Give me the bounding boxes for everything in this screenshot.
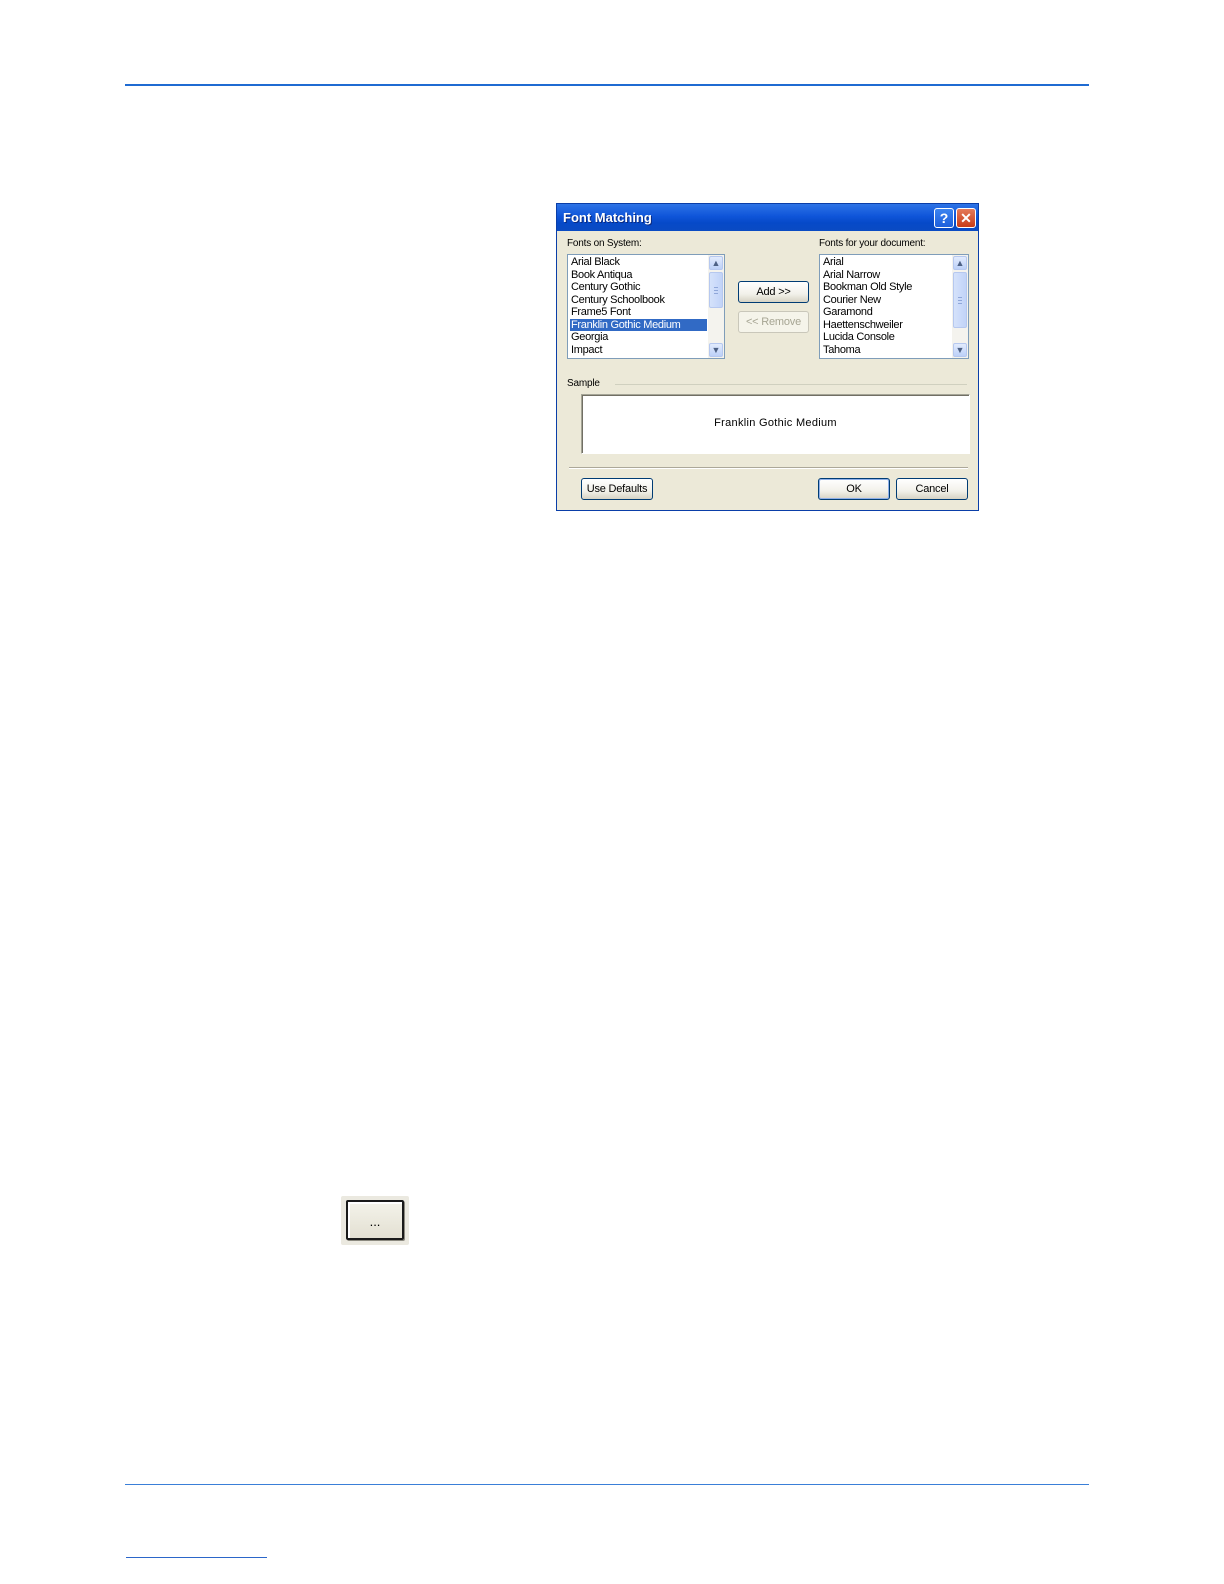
list-item[interactable]: Arial Black xyxy=(570,256,707,269)
help-icon[interactable]: ? xyxy=(934,208,954,228)
scroll-thumb[interactable] xyxy=(709,272,723,308)
footer-rule xyxy=(125,1484,1089,1485)
list-item[interactable]: Impact xyxy=(570,344,707,357)
list-item[interactable]: Franklin Gothic Medium xyxy=(570,318,707,331)
font-matching-dialog: Font Matching ? ✕ Fonts on System: Fonts… xyxy=(556,203,979,511)
fonts-on-system-list[interactable]: Arial Black Book Antiqua Century Gothic Cen… xyxy=(567,254,725,359)
list-item[interactable]: Lucida Console xyxy=(822,331,951,344)
dialog-separator xyxy=(569,467,968,469)
list-item[interactable]: Century Gothic xyxy=(570,281,707,294)
sample-group-line xyxy=(615,384,967,385)
use-defaults-button[interactable]: Use Defaults xyxy=(581,478,653,500)
sample-preview: Franklin Gothic Medium xyxy=(581,394,970,454)
fonts-for-document-label: Fonts for your document: xyxy=(819,238,926,249)
scroll-down-icon[interactable]: ▼ xyxy=(709,343,723,357)
fonts-on-system-label: Fonts on System: xyxy=(567,238,642,249)
scroll-up-icon[interactable]: ▲ xyxy=(953,256,967,270)
list-item[interactable]: Courier New xyxy=(822,294,951,307)
scroll-down-icon[interactable]: ▼ xyxy=(953,343,967,357)
header-rule xyxy=(125,84,1089,86)
list-item[interactable]: Arial Narrow xyxy=(822,269,951,282)
close-icon[interactable]: ✕ xyxy=(956,208,976,228)
list-item[interactable]: Tahoma xyxy=(822,344,951,357)
fonts-for-document-scrollbar[interactable]: ▲ ▼ xyxy=(952,255,968,358)
ellipsis-button[interactable]: ... xyxy=(346,1200,404,1240)
cancel-button[interactable]: Cancel xyxy=(896,478,968,500)
sample-group-label: Sample xyxy=(567,378,600,389)
dialog-title: Font Matching xyxy=(563,210,652,225)
list-item[interactable]: Garamond xyxy=(822,306,951,319)
remove-button[interactable]: << Remove xyxy=(738,311,809,333)
list-item[interactable]: Frame5 Font xyxy=(570,306,707,319)
scroll-thumb[interactable] xyxy=(953,272,967,328)
add-button[interactable]: Add >> xyxy=(738,281,809,303)
list-item[interactable]: Book Antiqua xyxy=(570,269,707,282)
fonts-for-document-list[interactable]: Arial Arial Narrow Bookman Old Style Courie… xyxy=(819,254,969,359)
list-item[interactable]: Century Schoolbook xyxy=(570,294,707,307)
sample-text: Franklin Gothic Medium xyxy=(714,417,837,429)
ok-button[interactable]: OK xyxy=(818,478,890,500)
list-item[interactable]: Georgia xyxy=(570,331,707,344)
ellipsis-button-figure: ... xyxy=(341,1196,409,1245)
fonts-on-system-scrollbar[interactable]: ▲ ▼ xyxy=(708,255,724,358)
list-item[interactable]: Bookman Old Style xyxy=(822,281,951,294)
scroll-up-icon[interactable]: ▲ xyxy=(709,256,723,270)
list-item[interactable]: Haettenschweiler xyxy=(822,319,951,332)
list-item[interactable]: Arial xyxy=(822,256,951,269)
dialog-titlebar[interactable]: Font Matching ? ✕ xyxy=(557,204,978,231)
footer-link-underline xyxy=(126,1557,267,1558)
